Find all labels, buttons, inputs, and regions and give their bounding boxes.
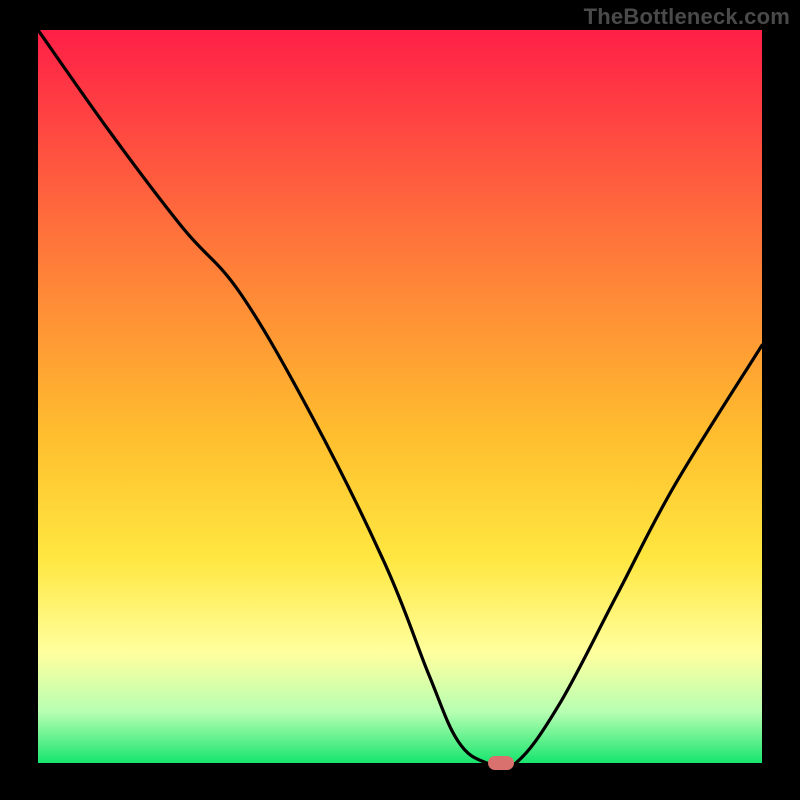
watermark-text: TheBottleneck.com bbox=[584, 4, 790, 30]
plot-area bbox=[38, 30, 762, 763]
bottleneck-curve bbox=[38, 30, 762, 763]
chart-frame: TheBottleneck.com bbox=[0, 0, 800, 800]
optimal-point-marker bbox=[488, 756, 514, 770]
